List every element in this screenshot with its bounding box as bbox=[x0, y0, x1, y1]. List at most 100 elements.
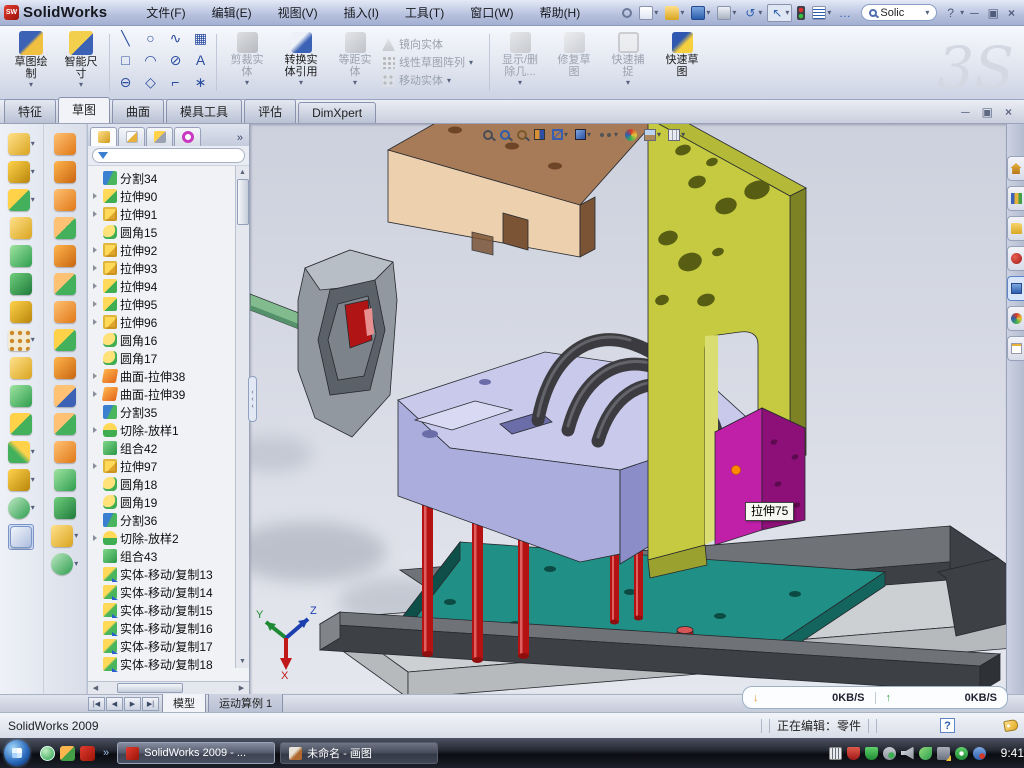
tree-item[interactable]: 组合42 bbox=[91, 439, 235, 457]
help-button[interactable]: ? bbox=[944, 6, 957, 20]
security-shield-icon[interactable] bbox=[865, 747, 878, 760]
rib-icon[interactable] bbox=[9, 272, 33, 296]
expand-arrow-icon[interactable] bbox=[91, 408, 100, 417]
tree-item[interactable]: 拉伸91 bbox=[91, 205, 235, 223]
feature-wizard-icon[interactable] bbox=[9, 300, 33, 324]
apply-scene-icon[interactable] bbox=[641, 125, 664, 144]
tree-item[interactable]: 曲面-拉伸39 bbox=[91, 385, 235, 403]
tree-item[interactable]: 分割34 bbox=[91, 169, 235, 187]
save-icon[interactable] bbox=[689, 5, 712, 21]
quick-tips-button[interactable]: ? bbox=[940, 718, 955, 733]
replace-face-icon[interactable] bbox=[53, 468, 77, 492]
expand-arrow-icon[interactable] bbox=[91, 642, 100, 651]
menu-item[interactable]: 工具(T) bbox=[392, 0, 457, 25]
view-orientation-icon[interactable] bbox=[549, 125, 571, 144]
tree-item[interactable]: 实体-移动/复制13 bbox=[91, 565, 235, 583]
keyboard-icon[interactable] bbox=[829, 747, 842, 760]
split-body-icon[interactable] bbox=[9, 412, 33, 436]
antivirus-shield-icon[interactable] bbox=[847, 747, 860, 760]
expand-arrow-icon[interactable] bbox=[91, 498, 100, 507]
delete-face-icon[interactable] bbox=[50, 524, 79, 548]
tree-filter-input[interactable] bbox=[92, 148, 245, 163]
prev-tab-button[interactable]: ◀ bbox=[106, 697, 123, 711]
restore-button[interactable] bbox=[985, 6, 1002, 20]
pane-splitter-handle[interactable] bbox=[248, 376, 257, 422]
move-entities-button[interactable]: 移动实体 bbox=[382, 73, 486, 89]
dimxpertmanager-tab[interactable] bbox=[174, 127, 201, 146]
sketch-draw-button[interactable]: 草图绘 制 bbox=[6, 28, 56, 97]
chamfer-icon[interactable] bbox=[9, 216, 33, 240]
convert-entities-button[interactable]: 转换实 体引用 bbox=[274, 28, 328, 97]
taskbar-button[interactable]: 未命名 - 画图 bbox=[280, 742, 438, 764]
assistant-icon[interactable] bbox=[919, 747, 932, 760]
rapid-sketch-button[interactable]: 快速草 图 bbox=[655, 28, 709, 97]
zoom-fit-icon[interactable] bbox=[480, 125, 496, 144]
deform-icon[interactable] bbox=[53, 272, 77, 296]
scroll-thumb[interactable] bbox=[237, 179, 249, 225]
forum-tab[interactable] bbox=[1007, 246, 1024, 271]
expand-arrow-icon[interactable] bbox=[91, 660, 100, 669]
doc-minimize-button[interactable] bbox=[961, 105, 970, 119]
wrap-icon[interactable] bbox=[53, 356, 77, 380]
start-button[interactable] bbox=[4, 740, 30, 766]
quicklaunch-chevron[interactable]: » bbox=[103, 747, 109, 759]
close-button[interactable] bbox=[1005, 6, 1018, 20]
expand-arrow-icon[interactable] bbox=[91, 480, 100, 489]
display-style-icon[interactable] bbox=[572, 125, 594, 144]
tree-item[interactable]: 拉伸93 bbox=[91, 259, 235, 277]
tree-item[interactable]: 拉伸94 bbox=[91, 277, 235, 295]
view-settings-icon[interactable] bbox=[665, 125, 688, 144]
combine-bodies-icon[interactable] bbox=[9, 384, 33, 408]
expand-arrow-icon[interactable] bbox=[91, 426, 100, 435]
menu-item[interactable]: 插入(I) bbox=[331, 0, 392, 25]
ribbon-tab[interactable]: 曲面 bbox=[112, 99, 164, 123]
shell-icon[interactable] bbox=[9, 244, 33, 268]
expand-arrow-icon[interactable] bbox=[91, 588, 100, 597]
expand-arrow-icon[interactable] bbox=[91, 606, 100, 615]
tree-item[interactable]: 组合43 bbox=[91, 547, 235, 565]
configurationmanager-tab[interactable] bbox=[146, 127, 173, 146]
swept-boss-icon[interactable] bbox=[53, 132, 77, 156]
menu-item[interactable]: 编辑(E) bbox=[199, 0, 265, 25]
lofted-boss-icon[interactable] bbox=[53, 188, 77, 212]
dome-icon[interactable] bbox=[53, 328, 77, 352]
slide-insert-part[interactable] bbox=[298, 250, 397, 437]
surface-fill-icon[interactable] bbox=[53, 300, 77, 324]
minimize-button[interactable] bbox=[967, 6, 982, 20]
polygon-icon[interactable]: ◇ bbox=[145, 74, 156, 96]
tree-horizontal-scrollbar[interactable]: ◀ ▶ bbox=[88, 681, 249, 694]
expand-arrow-icon[interactable] bbox=[91, 624, 100, 633]
ribbon-tab[interactable]: 模具工具 bbox=[166, 99, 242, 123]
search-input[interactable] bbox=[880, 7, 922, 19]
next-tab-button[interactable]: ▶ bbox=[124, 697, 141, 711]
expand-arrow-icon[interactable] bbox=[91, 444, 100, 453]
ribbon-tab[interactable]: 草图 bbox=[58, 97, 110, 123]
select-arrow-icon[interactable] bbox=[767, 4, 792, 22]
revolved-boss-icon[interactable] bbox=[53, 160, 77, 184]
network-warning-icon[interactable] bbox=[937, 747, 950, 760]
smart-dimension-button[interactable]: 智能尺 寸 bbox=[56, 28, 106, 97]
linear-pattern-icon[interactable] bbox=[7, 328, 36, 352]
thicken-icon[interactable] bbox=[53, 384, 77, 408]
options-icon[interactable] bbox=[810, 5, 833, 21]
expand-arrow-icon[interactable] bbox=[91, 372, 100, 381]
fillet-feature-icon[interactable] bbox=[7, 188, 36, 212]
first-tab-button[interactable]: |◀ bbox=[88, 697, 105, 711]
tree-item[interactable]: 实体-移动/复制14 bbox=[91, 583, 235, 601]
tree-item[interactable]: 拉伸92 bbox=[91, 241, 235, 259]
document-tab[interactable]: 运动算例 1 bbox=[208, 694, 283, 713]
defender-plus-icon[interactable] bbox=[955, 747, 968, 760]
expand-arrow-icon[interactable] bbox=[91, 336, 100, 345]
delete-body-icon[interactable] bbox=[7, 468, 36, 492]
quick-snaps-button[interactable]: 快速捕 捉 bbox=[601, 28, 655, 97]
rectangle-icon[interactable]: □ bbox=[121, 52, 129, 74]
download-manager-icon[interactable] bbox=[973, 747, 986, 760]
extruded-boss-icon[interactable] bbox=[7, 132, 36, 156]
doc-restore-button[interactable] bbox=[982, 105, 993, 119]
custom-properties-tab[interactable] bbox=[1007, 336, 1024, 361]
tree-item[interactable]: 拉伸96 bbox=[91, 313, 235, 331]
extrude75-block-part[interactable] bbox=[715, 408, 805, 545]
thunder-icon[interactable] bbox=[60, 746, 75, 761]
appearances-tab[interactable] bbox=[1007, 306, 1024, 331]
circle-icon[interactable]: ○ bbox=[146, 30, 154, 52]
